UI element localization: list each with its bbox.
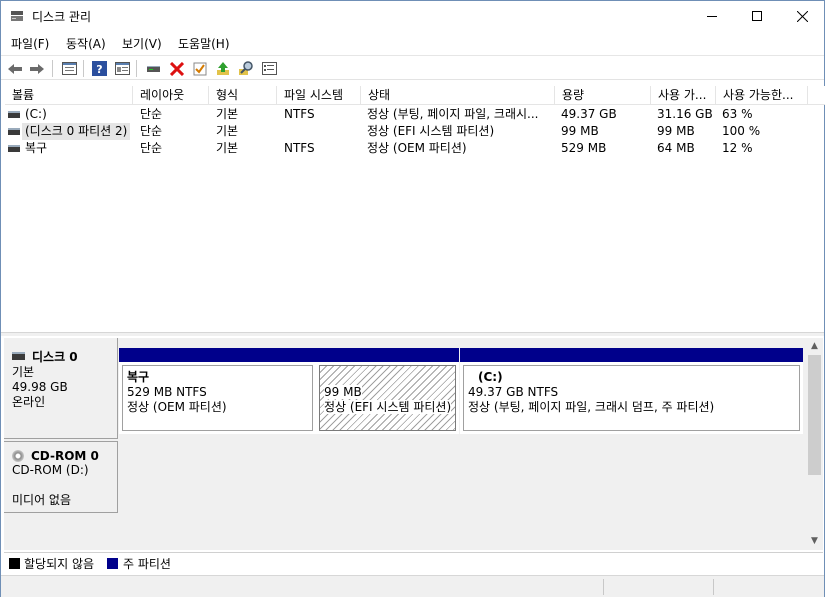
check-icon[interactable] (191, 60, 209, 77)
disk-0-name: 디스크 0 (32, 350, 78, 364)
disk-graphical-view: 디스크 0 기본 49.98 GB 온라인 복구 529 MB NTFS 정상 … (4, 338, 806, 550)
disk-management-window: 디스크 관리 파일(F) 동작(A) 보기(V) 도움말(H) ? 볼륨 레이아… (0, 0, 825, 597)
partition-recovery[interactable]: 복구 529 MB NTFS 정상 (OEM 파티션) (119, 348, 316, 434)
col-volume[interactable]: 볼륨 (5, 86, 133, 105)
col-capacity[interactable]: 용량 (555, 86, 651, 105)
scroll-down-icon[interactable]: ▼ (806, 533, 823, 550)
volume-list-header: 볼륨 레이아웃 형식 파일 시스템 상태 용량 사용 가... 사용 가능한..… (5, 86, 825, 105)
window-title: 디스크 관리 (32, 10, 92, 24)
delete-icon[interactable] (168, 60, 186, 77)
table-row[interactable]: (디스크 0 파티션 2) 단순 기본 정상 (EFI 시스템 파티션) 99 … (5, 123, 825, 140)
close-button[interactable] (779, 1, 825, 31)
cd-rom-icon (12, 450, 24, 462)
table-row[interactable]: 복구 단순 기본 NTFS 정상 (OEM 파티션) 529 MB 64 MB … (5, 140, 825, 157)
partition-c[interactable]: (C:) 49.37 GB NTFS 정상 (부팅, 페이지 파일, 크래시 덤… (460, 348, 803, 434)
disk-0-size: 49.98 GB (12, 380, 68, 394)
forward-icon[interactable] (28, 60, 46, 77)
help-icon[interactable]: ? (90, 60, 108, 77)
cd-rom-0-media: 미디어 없음 (12, 493, 72, 507)
volume-icon (8, 145, 20, 152)
menu-help[interactable]: 도움말(H) (178, 35, 230, 52)
col-type[interactable]: 형식 (209, 86, 277, 105)
status-bar (1, 575, 824, 597)
minimize-icon (707, 15, 717, 17)
unallocated-swatch (9, 558, 20, 569)
back-icon[interactable] (6, 60, 24, 77)
minimize-button[interactable] (689, 1, 735, 31)
disk-0-type: 기본 (12, 365, 35, 379)
volume-icon (8, 128, 20, 135)
svg-text:?: ? (96, 63, 102, 76)
cd-rom-0-panel[interactable]: CD-ROM 0 CD-ROM (D:) 미디어 없음 (4, 441, 118, 513)
search-icon[interactable] (237, 60, 255, 77)
legend-primary-partition: 주 파티션 (123, 557, 171, 571)
disk-0-state: 온라인 (12, 395, 46, 409)
menu-file[interactable]: 파일(F) (11, 35, 49, 52)
legend: 할당되지 않음 주 파티션 (4, 552, 823, 573)
scroll-up-icon[interactable]: ▲ (806, 338, 823, 355)
properties-icon[interactable] (113, 60, 131, 77)
menu-view[interactable]: 보기(V) (122, 35, 162, 52)
graphical-view-scrollbar[interactable]: ▲ ▼ (806, 338, 823, 550)
close-icon (796, 10, 808, 22)
panel-icon[interactable] (60, 60, 78, 77)
disk-0-panel[interactable]: 디스크 0 기본 49.98 GB 온라인 (4, 338, 118, 439)
partition-efi[interactable]: 99 MB 정상 (EFI 시스템 파티션) (316, 348, 459, 434)
connect-drive-icon[interactable] (145, 60, 163, 77)
disk-management-app-icon (11, 11, 23, 21)
maximize-icon (752, 11, 762, 21)
legend-unallocated: 할당되지 않음 (24, 557, 95, 571)
menu-action[interactable]: 동작(A) (66, 35, 106, 52)
cd-rom-0-drive: CD-ROM (D:) (12, 463, 89, 477)
list-icon[interactable] (260, 60, 278, 77)
primary-partition-swatch (107, 558, 118, 569)
volume-list: 볼륨 레이아웃 형식 파일 시스템 상태 용량 사용 가... 사용 가능한..… (4, 85, 825, 329)
table-row[interactable]: (C:) 단순 기본 NTFS 정상 (부팅, 페이지 파일, 크래시... 4… (5, 106, 825, 123)
up-arrow-icon[interactable] (214, 60, 232, 77)
col-free-space[interactable]: 사용 가... (651, 86, 716, 105)
col-percent-free[interactable]: 사용 가능한... (716, 86, 808, 105)
title-bar: 디스크 관리 (1, 1, 824, 32)
maximize-button[interactable] (734, 1, 780, 31)
hard-disk-icon (12, 352, 25, 360)
toolbar: ? (1, 55, 824, 80)
volume-icon (8, 111, 20, 118)
pane-splitter[interactable] (1, 332, 824, 336)
scroll-thumb[interactable] (808, 355, 821, 475)
col-file-system[interactable]: 파일 시스템 (277, 86, 361, 105)
cd-rom-0-name: CD-ROM 0 (31, 449, 99, 463)
menu-bar: 파일(F) 동작(A) 보기(V) 도움말(H) (1, 32, 824, 54)
col-layout[interactable]: 레이아웃 (133, 86, 209, 105)
col-status[interactable]: 상태 (361, 86, 555, 105)
